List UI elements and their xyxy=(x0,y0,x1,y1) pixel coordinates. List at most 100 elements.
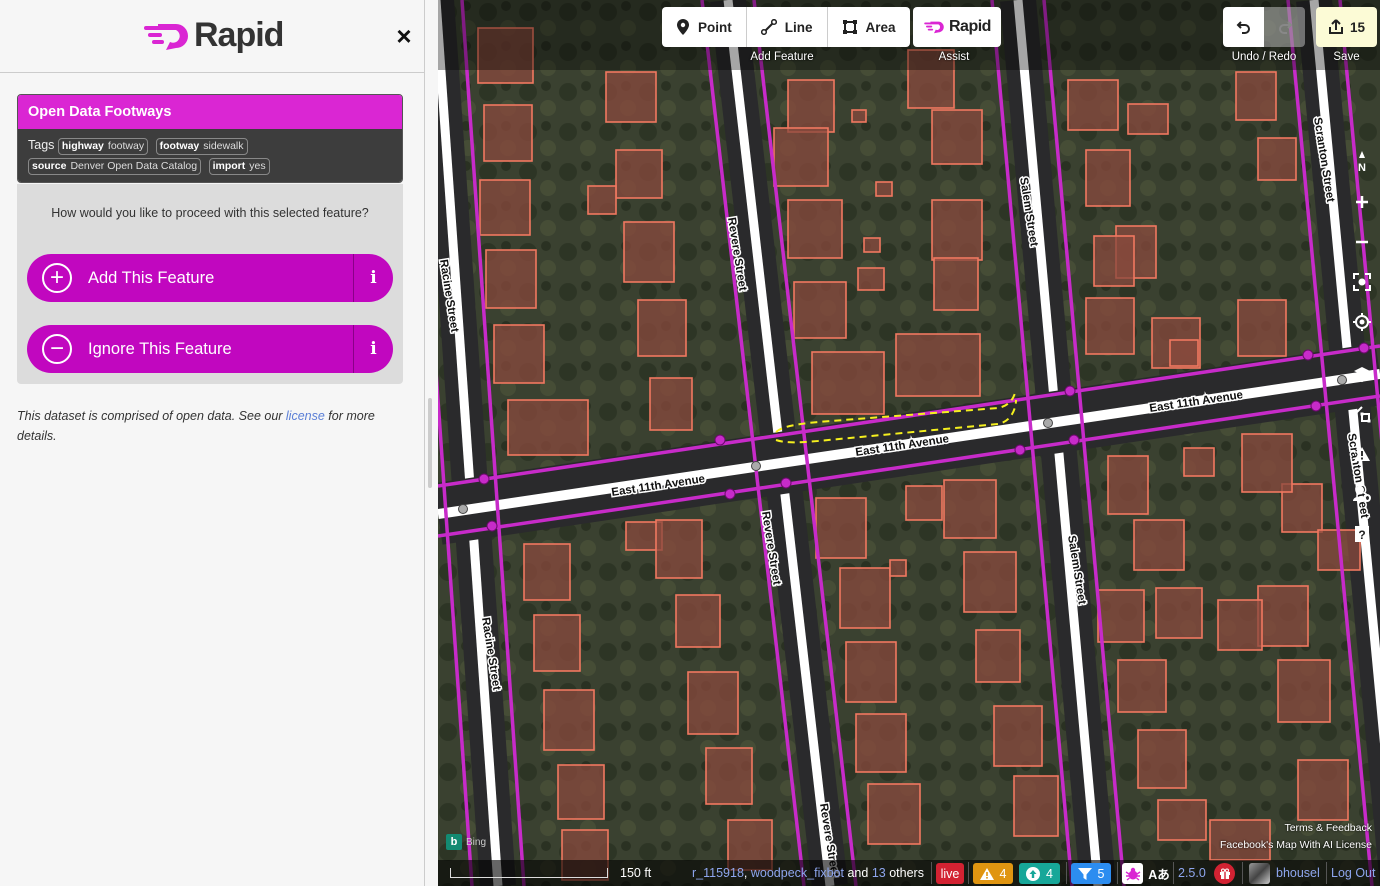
rapid-assist-button[interactable]: Rapid xyxy=(913,7,1001,47)
divider xyxy=(1066,862,1067,884)
sidebar-resizer[interactable] xyxy=(428,398,432,488)
language-icon[interactable]: Aあ xyxy=(1145,863,1173,884)
add-point-button[interactable]: Point xyxy=(662,7,747,47)
bing-label: Bing xyxy=(466,836,487,848)
scale-label: 150 ft xyxy=(620,866,652,880)
building-outline xyxy=(1277,659,1331,723)
building-outline xyxy=(773,127,829,187)
building-outline xyxy=(851,109,867,123)
area-icon xyxy=(842,20,857,34)
add-area-button[interactable]: Area xyxy=(828,7,910,47)
building-outline xyxy=(1133,519,1185,571)
ignore-feature-button[interactable]: − Ignore This Feature i xyxy=(27,325,393,373)
live-badge[interactable]: live xyxy=(936,863,964,884)
info-icon[interactable]: i xyxy=(353,325,393,373)
building-outline xyxy=(931,109,983,165)
add-feature-group: Point Line Area xyxy=(662,7,910,47)
building-outline xyxy=(889,559,907,577)
bing-logo-icon: b xyxy=(446,834,462,850)
terms-feedback-link[interactable]: Terms & Feedback xyxy=(1284,822,1372,834)
zoom-out-icon[interactable] xyxy=(1350,230,1374,254)
tag-key: highway xyxy=(61,140,104,152)
add-line-button[interactable]: Line xyxy=(747,7,828,47)
vertex-node xyxy=(1064,385,1076,397)
tag-chip: highway footway xyxy=(57,138,149,155)
tag-chip: footway sidewalk xyxy=(155,138,248,155)
bug-report-button[interactable] xyxy=(1122,863,1143,884)
map-data-icon[interactable] xyxy=(1350,402,1374,426)
building-outline xyxy=(845,641,897,703)
tag-key: footway xyxy=(159,140,200,152)
contributor-link[interactable]: woodpeck_fixbot xyxy=(751,866,844,880)
building-outline xyxy=(1183,447,1215,477)
geolocate-icon[interactable] xyxy=(1350,310,1374,334)
map-canvas[interactable]: East 11th Avenue East 11th Avenue East 1… xyxy=(438,0,1380,886)
building-outline xyxy=(1157,799,1207,841)
warning-icon xyxy=(979,867,994,880)
building-outline xyxy=(687,671,739,735)
tag-value: yes xyxy=(249,160,266,172)
road-vertex xyxy=(458,504,468,514)
building-outline xyxy=(1093,235,1135,287)
compass-north-icon[interactable]: N xyxy=(1350,150,1374,174)
building-outline xyxy=(1097,589,1145,643)
tag-key: source xyxy=(32,160,67,172)
uploads-badge[interactable]: 4 xyxy=(1019,863,1060,884)
info-icon[interactable]: i xyxy=(353,254,393,302)
close-icon[interactable]: × xyxy=(390,22,418,50)
gift-icon[interactable] xyxy=(1214,863,1235,884)
vertex-node xyxy=(780,477,792,489)
building-outline xyxy=(867,783,921,845)
redo-button[interactable] xyxy=(1264,7,1305,47)
ignore-feature-label: Ignore This Feature xyxy=(88,339,232,358)
building-outline xyxy=(523,543,571,601)
zoom-in-icon[interactable] xyxy=(1350,190,1374,214)
layers-icon[interactable] xyxy=(1350,362,1374,386)
zoom-to-selection-icon[interactable] xyxy=(1350,270,1374,294)
vertex-node xyxy=(714,434,726,446)
add-feature-button[interactable]: + Add This Feature i xyxy=(27,254,393,302)
line-icon xyxy=(760,19,777,35)
building-outline xyxy=(493,324,545,384)
contributor-link[interactable]: r_115918 xyxy=(692,866,744,880)
rapid-logo-icon xyxy=(924,21,944,34)
building-outline xyxy=(533,614,581,672)
building-outline xyxy=(1237,299,1287,357)
svg-text:N: N xyxy=(1358,162,1366,173)
map-license-link[interactable]: Facebook's Map With AI License xyxy=(1220,839,1372,851)
filters-badge[interactable]: 5 xyxy=(1071,863,1111,884)
user-avatar[interactable] xyxy=(1249,863,1270,884)
undo-redo-label: Undo / Redo xyxy=(1231,51,1297,63)
username-link[interactable]: bhousel xyxy=(1276,866,1320,880)
scale-bar[interactable] xyxy=(450,868,608,878)
line-label: Line xyxy=(784,19,813,35)
version-label[interactable]: 2.5.0 xyxy=(1178,866,1206,880)
building-outline xyxy=(649,377,693,431)
undo-icon xyxy=(1236,21,1250,34)
plus-circle-icon: + xyxy=(42,263,72,293)
preferences-icon[interactable] xyxy=(1350,482,1374,506)
building-outline xyxy=(787,199,843,259)
comma: , xyxy=(743,866,751,880)
choice-prompt: How would you like to proceed with this … xyxy=(51,206,369,220)
license-link[interactable]: license xyxy=(286,409,325,423)
issues-warning-icon[interactable] xyxy=(1350,442,1374,466)
building-outline xyxy=(1067,79,1119,131)
logout-link[interactable]: Log Out xyxy=(1331,866,1375,880)
undo-button[interactable] xyxy=(1223,7,1264,47)
road-vertex xyxy=(1337,375,1347,385)
help-icon[interactable]: ? xyxy=(1350,522,1374,546)
logo-text: Rapid xyxy=(194,16,284,54)
building-outline xyxy=(1117,659,1167,713)
divider xyxy=(1173,862,1174,884)
building-outline xyxy=(857,267,885,291)
divider xyxy=(968,862,969,884)
warnings-badge[interactable]: 4 xyxy=(973,863,1013,884)
building-outline xyxy=(1013,775,1059,837)
building-outline xyxy=(1297,759,1349,821)
save-button[interactable]: 15 xyxy=(1316,7,1377,47)
assist-label: Assist xyxy=(938,51,970,63)
tag-value: sidewalk xyxy=(203,140,244,152)
building-outline xyxy=(1257,585,1309,647)
others-count-link[interactable]: 13 xyxy=(872,866,886,880)
